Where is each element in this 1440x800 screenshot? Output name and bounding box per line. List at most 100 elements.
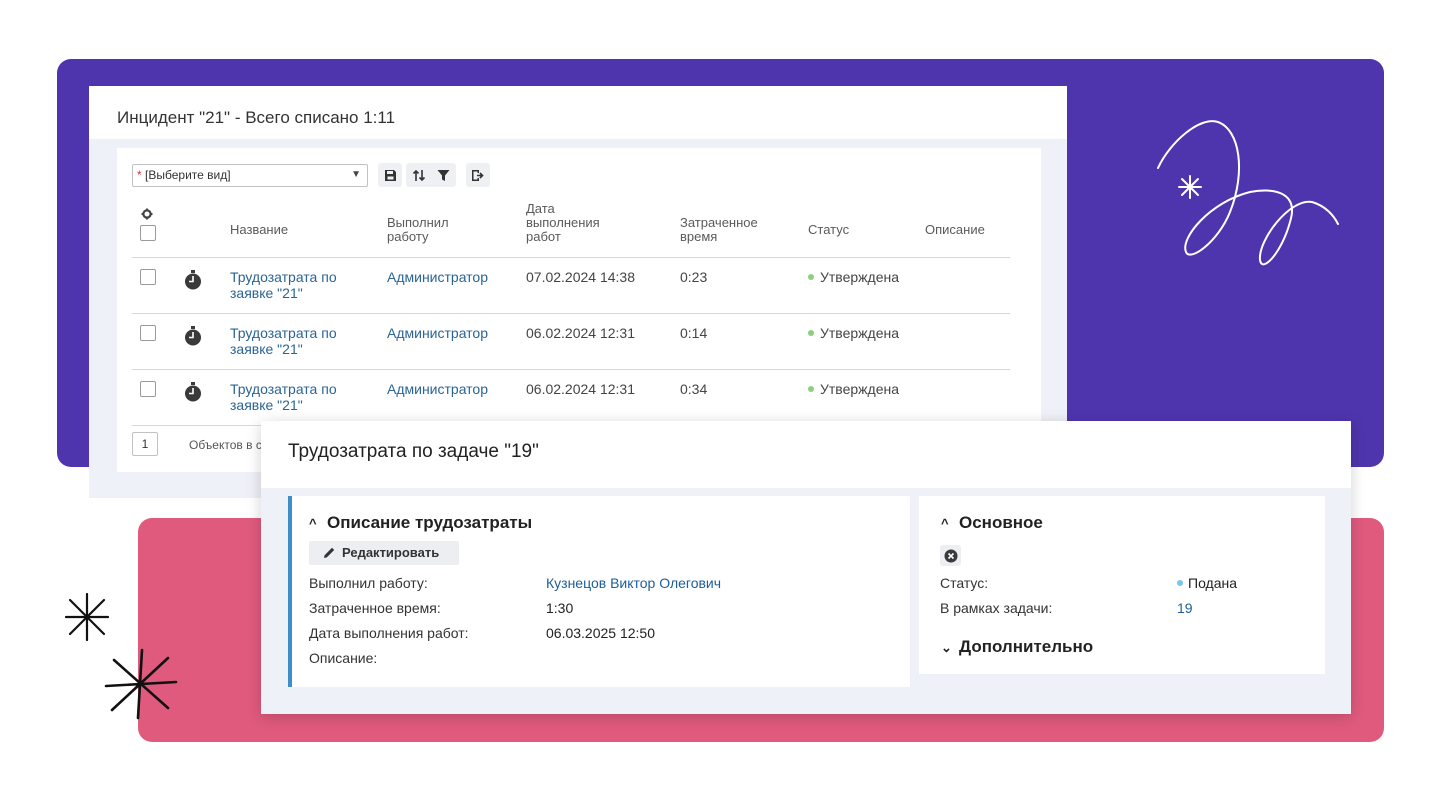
table-row[interactable]: Трудозатрата по заявке "21" Администрато…: [132, 314, 1010, 370]
main-section-title: Основное: [959, 513, 1043, 532]
row-date: 07.02.2024 14:38: [526, 269, 635, 285]
column-header-performer-line2: работу: [387, 229, 429, 244]
row-name-link[interactable]: Трудозатрата по заявке "21": [230, 269, 337, 301]
field-label-time: Затраченное время:: [309, 600, 441, 616]
field-value-task-link[interactable]: 19: [1177, 600, 1193, 616]
field-value-time: 1:30: [546, 600, 574, 616]
row-date: 06.02.2024 12:31: [526, 325, 635, 341]
save-icon: [384, 169, 396, 181]
row-time: 0:23: [680, 269, 708, 285]
row-name-link[interactable]: Трудозатрата по заявке "21": [230, 325, 337, 357]
page-number-input[interactable]: 1: [132, 432, 158, 456]
field-label-date: Дата выполнения работ:: [309, 625, 469, 641]
table-row[interactable]: Трудозатрата по заявке "21" Администрато…: [132, 258, 1010, 314]
stopwatch-icon: [185, 326, 201, 346]
column-header-status[interactable]: Статус: [808, 223, 849, 237]
decorative-scribble-icon: [1157, 120, 1339, 266]
row-status-text: Утверждена: [820, 381, 899, 397]
column-header-date-line1: Дата: [526, 201, 555, 216]
description-section-toggle[interactable]: ^ Описание трудозатраты: [309, 513, 532, 533]
decorative-star-small-icon: [64, 592, 110, 642]
column-header-performer[interactable]: Выполнил работу: [387, 216, 449, 244]
select-all-checkbox[interactable]: [140, 225, 156, 241]
sort-filter-group: [406, 163, 456, 187]
stopwatch-icon: [185, 382, 201, 402]
decorative-star-large-icon: [104, 648, 178, 720]
sort-icon: [412, 169, 425, 181]
edit-button[interactable]: Редактировать: [309, 541, 459, 565]
field-label-performer: Выполнил работу:: [309, 575, 428, 591]
column-header-date-line2: выполнения: [526, 215, 600, 230]
screenshot-stage: Инцидент "21" - Всего списано 1:11 * [Вы…: [0, 0, 1440, 800]
field-value-status-text: Подана: [1188, 575, 1238, 591]
row-status: Утверждена: [808, 325, 899, 341]
gear-icon[interactable]: [141, 208, 153, 220]
status-dot: [1177, 580, 1183, 586]
incident-window-title: Инцидент "21" - Всего списано 1:11: [117, 108, 396, 127]
cancel-button[interactable]: [940, 545, 961, 566]
row-name-link[interactable]: Трудозатрата по заявке "21": [230, 381, 337, 413]
row-name-line1: Трудозатрата по: [230, 325, 337, 341]
description-panel: ^ Описание трудозатраты Редактировать Вып…: [288, 496, 910, 687]
column-header-performer-line1: Выполнил: [387, 215, 449, 230]
column-header-date[interactable]: Дата выполнения работ: [526, 202, 600, 244]
row-date: 06.02.2024 12:31: [526, 381, 635, 397]
field-value-date: 06.03.2025 12:50: [546, 625, 655, 641]
column-header-name[interactable]: Название: [230, 223, 288, 237]
save-view-button[interactable]: [378, 163, 402, 187]
field-value-status: Подана: [1177, 575, 1237, 591]
row-performer-link[interactable]: Администратор: [387, 325, 488, 341]
column-header-time[interactable]: Затраченное время: [680, 216, 758, 244]
labor-cost-window: Трудозатрата по задаче "19" ^ Описание тр…: [261, 421, 1351, 714]
pencil-icon: [324, 547, 335, 558]
chevron-down-icon: ⌄: [941, 640, 952, 655]
row-checkbox[interactable]: [140, 381, 156, 397]
close-circle-icon: [944, 549, 957, 562]
chevron-up-icon: ^: [309, 516, 317, 531]
column-header-description[interactable]: Описание: [925, 223, 985, 237]
sort-button[interactable]: [406, 163, 431, 187]
row-name-line1: Трудозатрата по: [230, 381, 337, 397]
column-header-time-line1: Затраченное: [680, 215, 758, 230]
field-label-description: Описание:: [309, 650, 378, 666]
column-header-time-line2: время: [680, 229, 718, 244]
filter-button[interactable]: [431, 163, 456, 187]
export-button[interactable]: [466, 163, 490, 187]
main-section-toggle[interactable]: ^ Основное: [941, 513, 1043, 533]
field-value-performer-link[interactable]: Кузнецов Виктор Олегович: [546, 575, 721, 591]
labor-cost-window-title: Трудозатрата по задаче "19": [288, 441, 539, 462]
row-status: Утверждена: [808, 381, 899, 397]
labor-costs-grid: Название Выполнил работу Дата выполнения…: [132, 202, 1010, 426]
row-status-text: Утверждена: [820, 325, 899, 341]
incident-window-header: Инцидент "21" - Всего списано 1:11: [89, 86, 1067, 139]
row-name-line2: заявке "21": [230, 285, 303, 301]
field-label-status: Статус:: [940, 575, 989, 591]
row-checkbox[interactable]: [140, 269, 156, 285]
row-status: Утверждена: [808, 269, 899, 285]
field-label-task: В рамках задачи:: [940, 600, 1053, 616]
row-time: 0:34: [680, 381, 708, 397]
required-marker: *: [137, 168, 142, 182]
chevron-down-icon: ▼: [351, 169, 361, 180]
column-header-date-line3: работ: [526, 229, 561, 244]
grid-header: Название Выполнил работу Дата выполнения…: [132, 202, 1010, 258]
table-row[interactable]: Трудозатрата по заявке "21" Администрато…: [132, 370, 1010, 426]
row-performer-link[interactable]: Администратор: [387, 381, 488, 397]
row-name-line2: заявке "21": [230, 341, 303, 357]
view-select-value: [Выберите вид]: [145, 168, 231, 182]
additional-section-toggle[interactable]: ⌄ Дополнительно: [941, 637, 1093, 657]
row-name-line1: Трудозатрата по: [230, 269, 337, 285]
additional-section-title: Дополнительно: [959, 637, 1094, 656]
status-dot: [808, 274, 814, 280]
row-status-text: Утверждена: [820, 269, 899, 285]
row-performer-link[interactable]: Администратор: [387, 269, 488, 285]
main-panel: ^ Основное Статус: Подана В рамках задачи…: [919, 496, 1325, 674]
row-checkbox[interactable]: [140, 325, 156, 341]
stopwatch-icon: [185, 270, 201, 290]
export-icon: [472, 169, 484, 181]
view-select[interactable]: * [Выберите вид] ▼: [132, 164, 368, 187]
row-name-line2: заявке "21": [230, 397, 303, 413]
edit-button-label: Редактировать: [342, 545, 440, 560]
chevron-up-icon: ^: [941, 516, 949, 531]
labor-cost-window-header: Трудозатрата по задаче "19": [261, 421, 1351, 488]
